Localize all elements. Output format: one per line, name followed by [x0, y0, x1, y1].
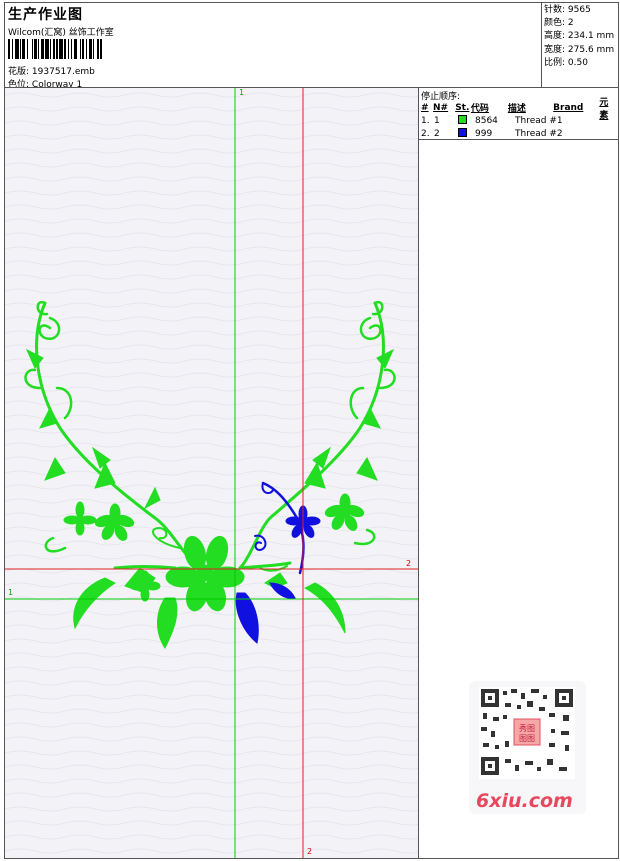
- col-element: 元素: [599, 97, 609, 121]
- qr-code-icon: 秀图 图图: [479, 687, 575, 779]
- green-vertical-guide-label: 1: [239, 88, 245, 97]
- col-brand: Brand: [553, 102, 584, 113]
- red-horizontal-guide-label: 2: [406, 559, 412, 568]
- stat-height: 高度: 234.1 mm: [544, 31, 615, 42]
- barcode-icon: [8, 39, 142, 59]
- table-row[interactable]: 1. 1 8564 Thread #1: [421, 114, 616, 127]
- file-name-line: 花版: 1937517.emb: [8, 64, 95, 77]
- seal-text-bottom: 图图: [519, 734, 535, 743]
- thread-swatch: [458, 114, 467, 124]
- col-n: N#: [433, 102, 449, 113]
- page-title: 生产作业图: [8, 7, 83, 23]
- col-code: 代码: [470, 104, 489, 114]
- red-vertical-guide-label: 2: [307, 847, 313, 856]
- barcode-bar: [102, 39, 104, 59]
- watermark-brand: 6xiu.com: [476, 790, 573, 812]
- software-subtitle: Wilcom(汇窝) 丝饰工作室: [8, 28, 114, 38]
- stat-width: 宽度: 275.6 mm: [544, 44, 615, 55]
- fabric-texture: [5, 88, 418, 858]
- embroidery-preview: [5, 88, 418, 858]
- stat-colors: 颜色: 2: [544, 18, 574, 29]
- thread-swatch: [458, 127, 467, 137]
- col-hash: #: [421, 102, 429, 113]
- stat-stitches: 针数: 9565: [544, 5, 591, 15]
- col-st: St.: [455, 102, 470, 113]
- col-description: 描述: [507, 104, 526, 114]
- design-stats: 针数: 9565 颜色: 2 高度: 234.1 mm 宽度: 275.6 mm…: [544, 4, 618, 70]
- table-row[interactable]: 2. 2 999 Thread #2: [421, 127, 616, 140]
- green-horizontal-guide-label: 1: [8, 588, 14, 597]
- stop-sequence-title: 停止顺序:: [421, 92, 461, 102]
- file-value: 1937517.emb: [31, 67, 95, 77]
- file-label: 花版:: [8, 67, 30, 77]
- header-divider-vertical: [541, 2, 542, 88]
- header-info: 生产作业图 Wilcom(汇窝) 丝饰工作室 花版: 1937517.emb 色…: [5, 3, 540, 90]
- stop-sequence-table: 停止顺序: # N# St. 代码 描述 Brand 元素 1. 1 8564 …: [419, 88, 618, 140]
- table-header: # N# St. 代码 描述 Brand 元素: [421, 98, 616, 121]
- design-canvas[interactable]: 1 1 2 2: [5, 88, 418, 858]
- seal-text-top: 秀图: [519, 723, 535, 733]
- stat-scale: 比例: 0.50: [544, 57, 588, 68]
